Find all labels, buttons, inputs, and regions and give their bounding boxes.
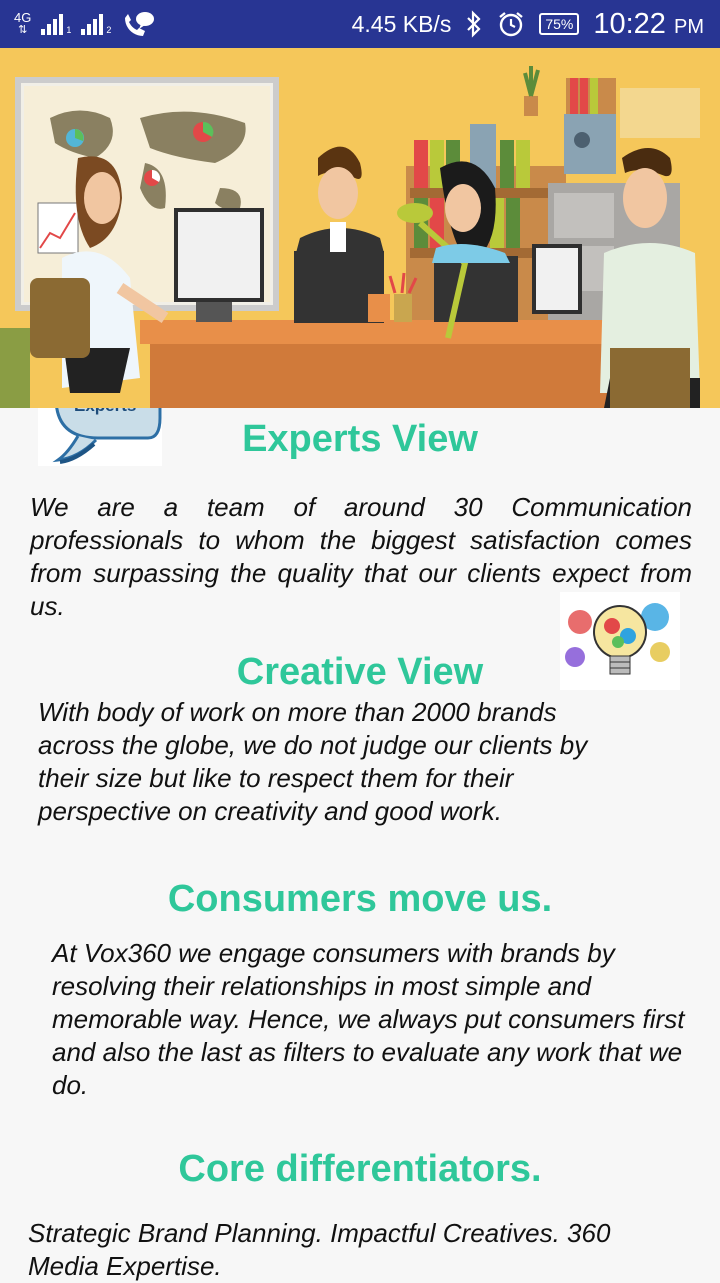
network-speed: 4.45 KB/s xyxy=(351,10,452,37)
status-bar: 4G ⇅ 1 2 4.45 KB/s 75% 10:22 PM xyxy=(0,0,720,48)
office-banner xyxy=(0,48,720,408)
experts-view-text: We are a team of around 30 Communication… xyxy=(30,492,692,621)
creative-view-heading: Creative View xyxy=(236,651,484,693)
consumers-heading: Consumers move us. xyxy=(167,878,553,920)
creative-view-text: With body of work on more than 2000 bran… xyxy=(38,697,588,826)
call-message-icon xyxy=(125,12,155,36)
signal-sim2-icon: 2 xyxy=(81,13,111,35)
experts-view-heading: Experts View xyxy=(242,418,478,460)
core-differentiators-heading: Core differentiators. xyxy=(178,1148,542,1190)
clock: 10:22 PM xyxy=(593,7,704,40)
alarm-icon xyxy=(499,12,524,37)
consumers-text: At Vox360 we engage consumers with brand… xyxy=(52,938,685,1100)
network-type: 4G ⇅ xyxy=(14,10,32,36)
signal-sim1-icon: 1 xyxy=(41,13,71,35)
battery-indicator: 75% xyxy=(539,13,580,35)
experts-thumbnail-text: Experts xyxy=(74,408,136,416)
bluetooth-icon xyxy=(467,10,481,38)
core-differentiators-text: Strategic Brand Planning. Impactful Crea… xyxy=(28,1218,611,1281)
office-illustration-icon xyxy=(0,48,720,408)
